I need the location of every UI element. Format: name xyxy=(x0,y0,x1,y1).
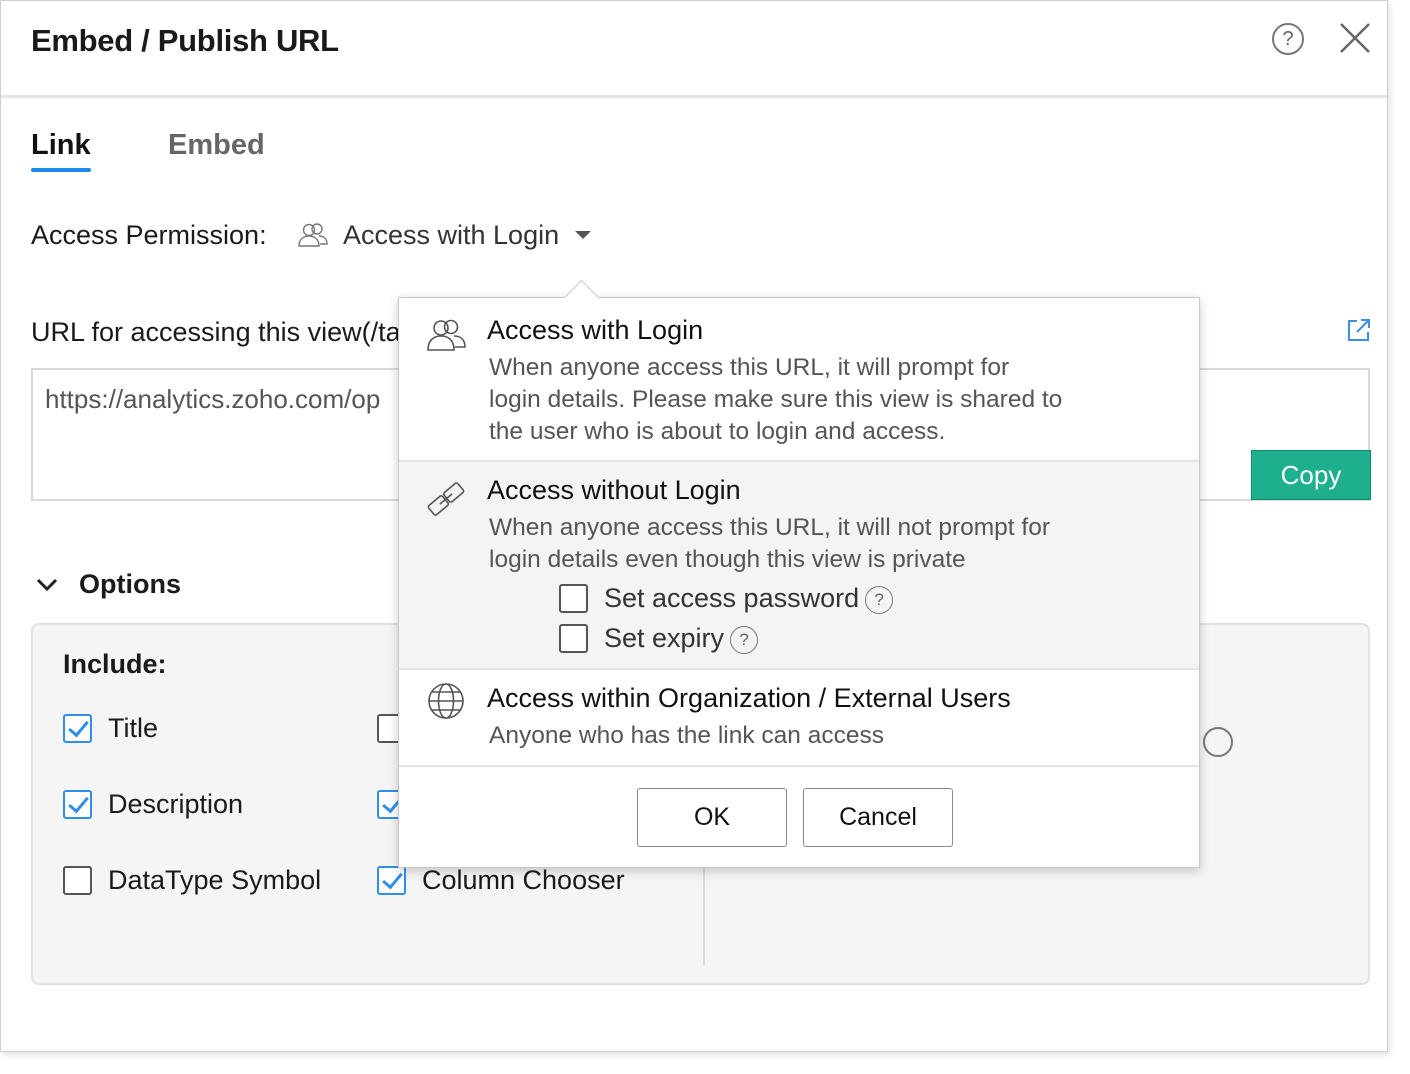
access-permission-dropdown[interactable]: Access with Login xyxy=(297,217,592,253)
set-expiry-checkbox[interactable] xyxy=(559,623,588,653)
title-checkbox[interactable] xyxy=(63,714,92,743)
access-permission-value: Access with Login xyxy=(343,219,560,250)
help-icon[interactable]: ? xyxy=(1272,23,1304,55)
access-option-title: Access within Organization / External Us… xyxy=(487,683,1011,713)
ok-button[interactable]: OK xyxy=(637,788,787,847)
access-option-organization[interactable]: Access within Organization / External Us… xyxy=(399,670,1199,767)
access-permission-popover: Access with Login When anyone access thi… xyxy=(398,279,1200,868)
help-icon[interactable]: ? xyxy=(865,586,894,614)
description-checkbox[interactable] xyxy=(63,790,92,819)
users-icon xyxy=(427,319,466,351)
option-label: Description xyxy=(108,789,244,819)
option-description[interactable]: Description xyxy=(63,789,243,820)
chevron-down-icon xyxy=(575,231,592,239)
access-option-without-login[interactable]: Access without Login When anyone access … xyxy=(399,462,1199,670)
help-icon[interactable]: ? xyxy=(730,626,759,654)
access-option-description: When anyone access this URL, it will pro… xyxy=(489,354,1063,445)
options-label: Options xyxy=(79,569,181,599)
access-option-title: Access with Login xyxy=(487,315,704,345)
tab-link[interactable]: Link xyxy=(31,129,91,172)
url-value: https://analytics.zoho.com/op xyxy=(45,384,381,414)
help-icon[interactable] xyxy=(1203,727,1233,757)
users-icon xyxy=(298,223,328,247)
set-access-password-option[interactable]: Set access password ? xyxy=(559,582,894,614)
dialog-header: Embed / Publish URL ? xyxy=(1,1,1387,98)
access-option-description: Anyone who has the link can access xyxy=(489,722,884,749)
access-option-with-login[interactable]: Access with Login When anyone access thi… xyxy=(399,298,1199,462)
tab-embed[interactable]: Embed xyxy=(168,129,265,162)
option-title[interactable]: Title xyxy=(63,713,158,744)
set-expiry-option[interactable]: Set expiry ? xyxy=(559,622,759,654)
close-icon[interactable] xyxy=(1338,21,1372,55)
globe-icon xyxy=(428,683,464,719)
chevron-down-icon xyxy=(36,578,58,591)
set-expiry-label: Set expiry xyxy=(604,622,725,653)
option-column-chooser[interactable]: Column Chooser xyxy=(377,865,625,896)
access-option-title: Access without Login xyxy=(487,475,741,505)
embed-publish-dialog: Embed / Publish URL ? Link Embed Access … xyxy=(0,0,1388,1052)
option-label: Title xyxy=(108,713,159,743)
set-access-password-label: Set access password xyxy=(604,582,860,613)
option-label: Column Chooser xyxy=(422,865,625,895)
link-icon xyxy=(427,482,465,516)
dialog-title: Embed / Publish URL xyxy=(31,23,339,58)
set-access-password-checkbox[interactable] xyxy=(559,583,588,613)
options-toggle[interactable]: Options xyxy=(35,569,181,600)
datatype-symbol-checkbox[interactable] xyxy=(63,866,92,895)
column-chooser-checkbox[interactable] xyxy=(377,866,406,895)
copy-button[interactable]: Copy xyxy=(1251,450,1371,500)
option-datatype-symbol[interactable]: DataType Symbol xyxy=(63,865,321,896)
access-permission-label: Access Permission: xyxy=(31,220,267,250)
external-link-icon[interactable] xyxy=(1346,317,1372,343)
cancel-button[interactable]: Cancel xyxy=(803,788,953,847)
include-label: Include: xyxy=(63,649,167,679)
access-option-description: When anyone access this URL, it will not… xyxy=(489,514,1051,573)
url-label: URL for accessing this view(/ta xyxy=(31,317,399,347)
option-label: DataType Symbol xyxy=(108,865,322,895)
